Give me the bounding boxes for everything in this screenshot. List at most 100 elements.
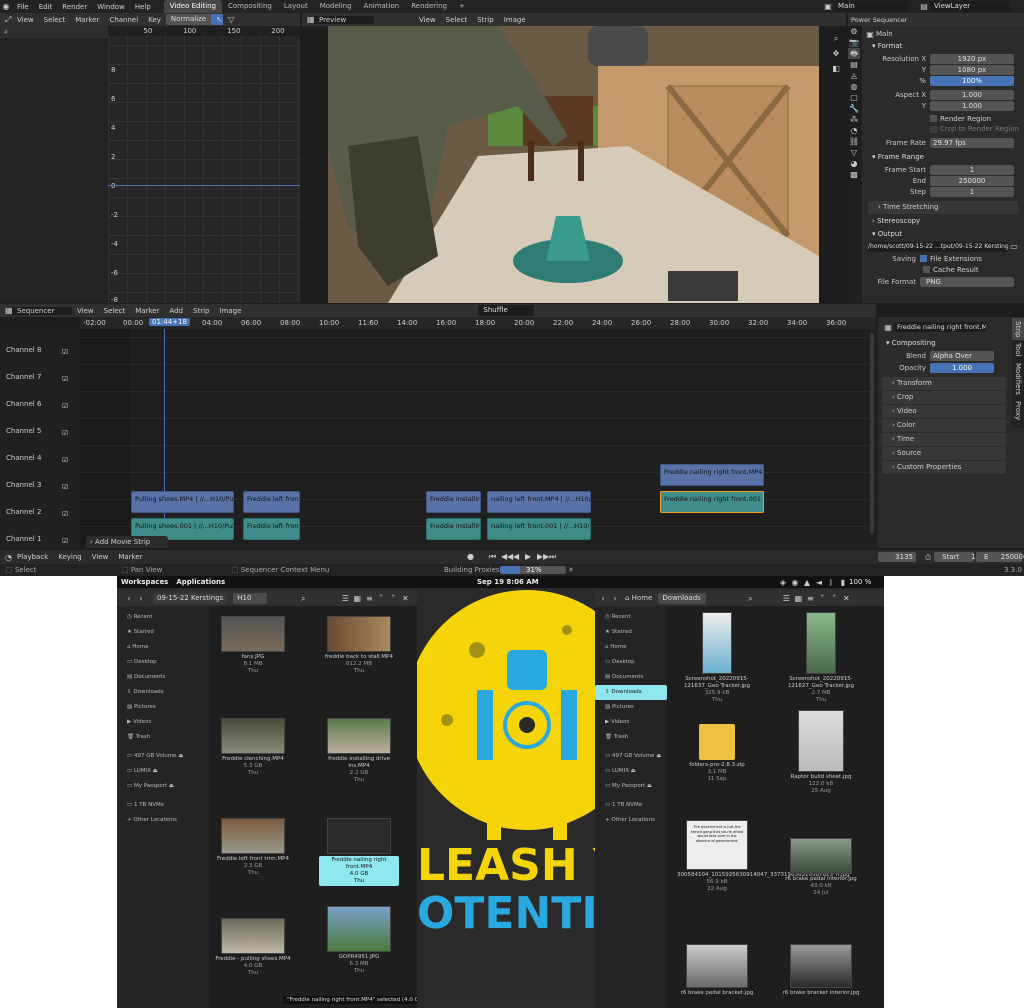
sidebar-item-passport[interactable]: ▭ My Passport ⏏ xyxy=(595,779,667,794)
filter-icon[interactable]: ▽ xyxy=(223,14,235,25)
end-field[interactable]: E 250000 xyxy=(976,552,1024,562)
file-item[interactable]: GOPR4951.JPG 6.3 MB Thu xyxy=(319,906,399,975)
grid-view-icon[interactable]: ▦ xyxy=(351,593,363,604)
tl-menu-playback[interactable]: Playback xyxy=(12,553,53,561)
sidebar-item-documents[interactable]: ▤ Documents xyxy=(595,670,667,685)
discord-icon[interactable]: ◉ xyxy=(789,577,801,588)
folder-icon[interactable]: ▭ xyxy=(1008,241,1020,252)
source-panel[interactable]: › Source xyxy=(882,447,1006,460)
menu-help[interactable]: Help xyxy=(130,3,156,11)
stopwatch-icon[interactable]: ⏱ xyxy=(920,552,932,563)
seq-menu-add[interactable]: Add xyxy=(164,307,188,315)
sidebar-item-lumix[interactable]: ▭ LUMIX ⏏ xyxy=(117,764,209,779)
seq-menu-marker[interactable]: Marker xyxy=(130,307,164,315)
preview-editor-icon[interactable]: ▦ xyxy=(302,14,315,25)
aspect-y-field[interactable]: 1.000 xyxy=(930,100,1014,111)
strip-c1-d[interactable]: nailing left front.001 | //...H10/nailin xyxy=(487,518,591,540)
sidebar-item-trash[interactable]: 🗑 Trash xyxy=(117,730,209,745)
frame-rate-field[interactable]: 29.97 fps xyxy=(930,137,1014,148)
back-icon[interactable]: ‹ xyxy=(123,593,135,604)
preview-frame[interactable] xyxy=(328,26,819,303)
file-item[interactable]: fans.JPG 8.1 MB Thu xyxy=(213,616,293,675)
power-sequencer-menu[interactable]: Power Sequencer xyxy=(848,16,910,24)
timeline-editor-icon[interactable]: ◔ xyxy=(0,552,12,563)
minimize-icon[interactable]: ˅ xyxy=(375,593,387,604)
strip-c2-c[interactable]: Freddie installing xyxy=(426,491,481,513)
output-panel-header[interactable]: ▾ Output xyxy=(864,228,1022,241)
back-icon[interactable]: ‹ xyxy=(597,593,609,604)
graph-menu-marker[interactable]: Marker xyxy=(70,16,104,24)
sidebar-item-other[interactable]: + Other Locations xyxy=(117,813,209,828)
color-panel[interactable]: › Color xyxy=(882,419,1006,432)
tab-proxy[interactable]: Proxy xyxy=(1012,398,1024,423)
render-icon[interactable]: 📷 xyxy=(848,37,860,48)
tab-rendering[interactable]: Rendering xyxy=(405,0,453,13)
file-item[interactable]: r6 brake bracket interior.jpg xyxy=(781,944,861,997)
format-panel-header[interactable]: ▾ Format xyxy=(864,40,1022,53)
file-item[interactable]: r6 brake pedal interior.jpg 43.0 kB 14 Jul xyxy=(781,838,861,897)
maximize-icon[interactable]: ˄ xyxy=(387,593,399,604)
tl-menu-keying[interactable]: Keying xyxy=(53,553,87,561)
checkbox-icon[interactable]: ☑ xyxy=(62,366,78,393)
frame-start-field[interactable]: 1 xyxy=(930,164,1014,175)
forward-icon[interactable]: › xyxy=(135,593,147,604)
sequencer-title[interactable]: Sequencer xyxy=(12,306,72,315)
battery-icon[interactable]: ▮ xyxy=(837,577,849,588)
checkbox-icon[interactable]: ☑ xyxy=(62,339,78,366)
strip-c2-e[interactable]: Freddie nailing right front.001 | //... xyxy=(660,491,764,513)
blend-select[interactable]: Alpha Over xyxy=(930,350,994,361)
jump-start-icon[interactable]: ⏮ xyxy=(484,551,496,562)
file-item-selected[interactable]: Freddie nailing right front.MP4 4.0 GB Thu xyxy=(319,818,399,886)
checkbox-icon[interactable]: ☑ xyxy=(62,393,78,420)
sidebar-item-downloads[interactable]: ⇩ Downloads xyxy=(117,685,209,700)
time-ruler[interactable]: -02:00 00:00 04:00 06:00 08:00 10:00 11:… xyxy=(80,317,876,329)
sidebar-item-passport[interactable]: ▭ My Passport ⏏ xyxy=(117,779,209,794)
preview-menu-strip[interactable]: Strip xyxy=(472,16,498,24)
normalize-toggle[interactable]: Normalize xyxy=(165,14,212,25)
menu-icon[interactable]: ≡ xyxy=(363,593,375,604)
add-workspace-button[interactable]: + xyxy=(453,0,471,13)
sequencer-editor-icon[interactable]: ▦ xyxy=(0,305,13,316)
sidebar-item-pictures[interactable]: ▨ Pictures xyxy=(595,700,667,715)
preview-title[interactable]: Preview xyxy=(314,15,374,24)
checkbox-icon[interactable]: ☑ xyxy=(62,447,78,474)
sidebar-item-lumix[interactable]: ▭ LUMIX ⏏ xyxy=(595,764,667,779)
graph-menu-view[interactable]: View xyxy=(12,16,39,24)
current-frame-field[interactable]: 3135 xyxy=(878,552,916,562)
graph-canvas[interactable]: 50 100 150 200 8 6 4 2 0 -2 -4 -6 -8 xyxy=(108,26,300,304)
menu-file[interactable]: File xyxy=(12,3,34,11)
time-stretching-panel[interactable]: › Time Stretching xyxy=(868,201,1018,214)
strip-c2-b[interactable]: Freddie left front t xyxy=(243,491,300,513)
strip-c1-c[interactable]: Freddie installing xyxy=(426,518,481,540)
tool-icon[interactable]: ⚙ xyxy=(848,26,860,37)
maximize-icon[interactable]: ˄ xyxy=(828,593,840,604)
sidebar-item-documents[interactable]: ▤ Documents xyxy=(117,670,209,685)
applications-button[interactable]: Applications xyxy=(172,578,229,586)
play-reverse-icon[interactable]: ◀ xyxy=(508,551,520,562)
crop-region-checkbox[interactable] xyxy=(930,125,937,133)
texture-icon[interactable]: ▩ xyxy=(848,169,860,180)
frame-step-field[interactable]: 1 xyxy=(930,186,1014,197)
file-item[interactable]: Screenshot_20220915-121627_Geo Tracker.j… xyxy=(781,612,861,704)
sidebar-item-volume[interactable]: ▭ 497 GB Volume ⏏ xyxy=(117,749,209,764)
sidebar-item-desktop[interactable]: ▭ Desktop xyxy=(117,655,209,670)
time-panel[interactable]: › Time xyxy=(882,433,1006,446)
data-icon[interactable]: ▽ xyxy=(848,147,860,158)
file-item[interactable]: Screenshot_20220915-121637_Geo Tracker.j… xyxy=(677,612,757,704)
file-item[interactable]: Raptor build sheet.jpg 122.0 kB 25 Aug xyxy=(781,710,861,795)
workspaces-button[interactable]: Workspaces xyxy=(117,578,172,586)
material-icon[interactable]: ◕ xyxy=(848,158,860,169)
playhead-label[interactable]: 01:44+18 xyxy=(149,318,190,326)
seq-menu-view[interactable]: View xyxy=(72,307,99,315)
home-path-button[interactable]: ⌂ Home xyxy=(625,594,652,602)
view-layer-selector[interactable]: ViewLayer xyxy=(930,1,1010,12)
sidebar-item-videos[interactable]: ▶ Videos xyxy=(595,715,667,730)
menu-render[interactable]: Render xyxy=(57,3,92,11)
tl-menu-marker[interactable]: Marker xyxy=(113,553,147,561)
physics-icon[interactable]: ◔ xyxy=(848,125,860,136)
downloads-path-button[interactable]: Downloads xyxy=(658,592,707,604)
file-extensions-checkbox[interactable] xyxy=(920,255,927,262)
file-item[interactable]: The government is just the armed gang th… xyxy=(677,820,849,893)
menu-edit[interactable]: Edit xyxy=(34,3,58,11)
start-field[interactable]: Start 1 xyxy=(934,552,976,562)
